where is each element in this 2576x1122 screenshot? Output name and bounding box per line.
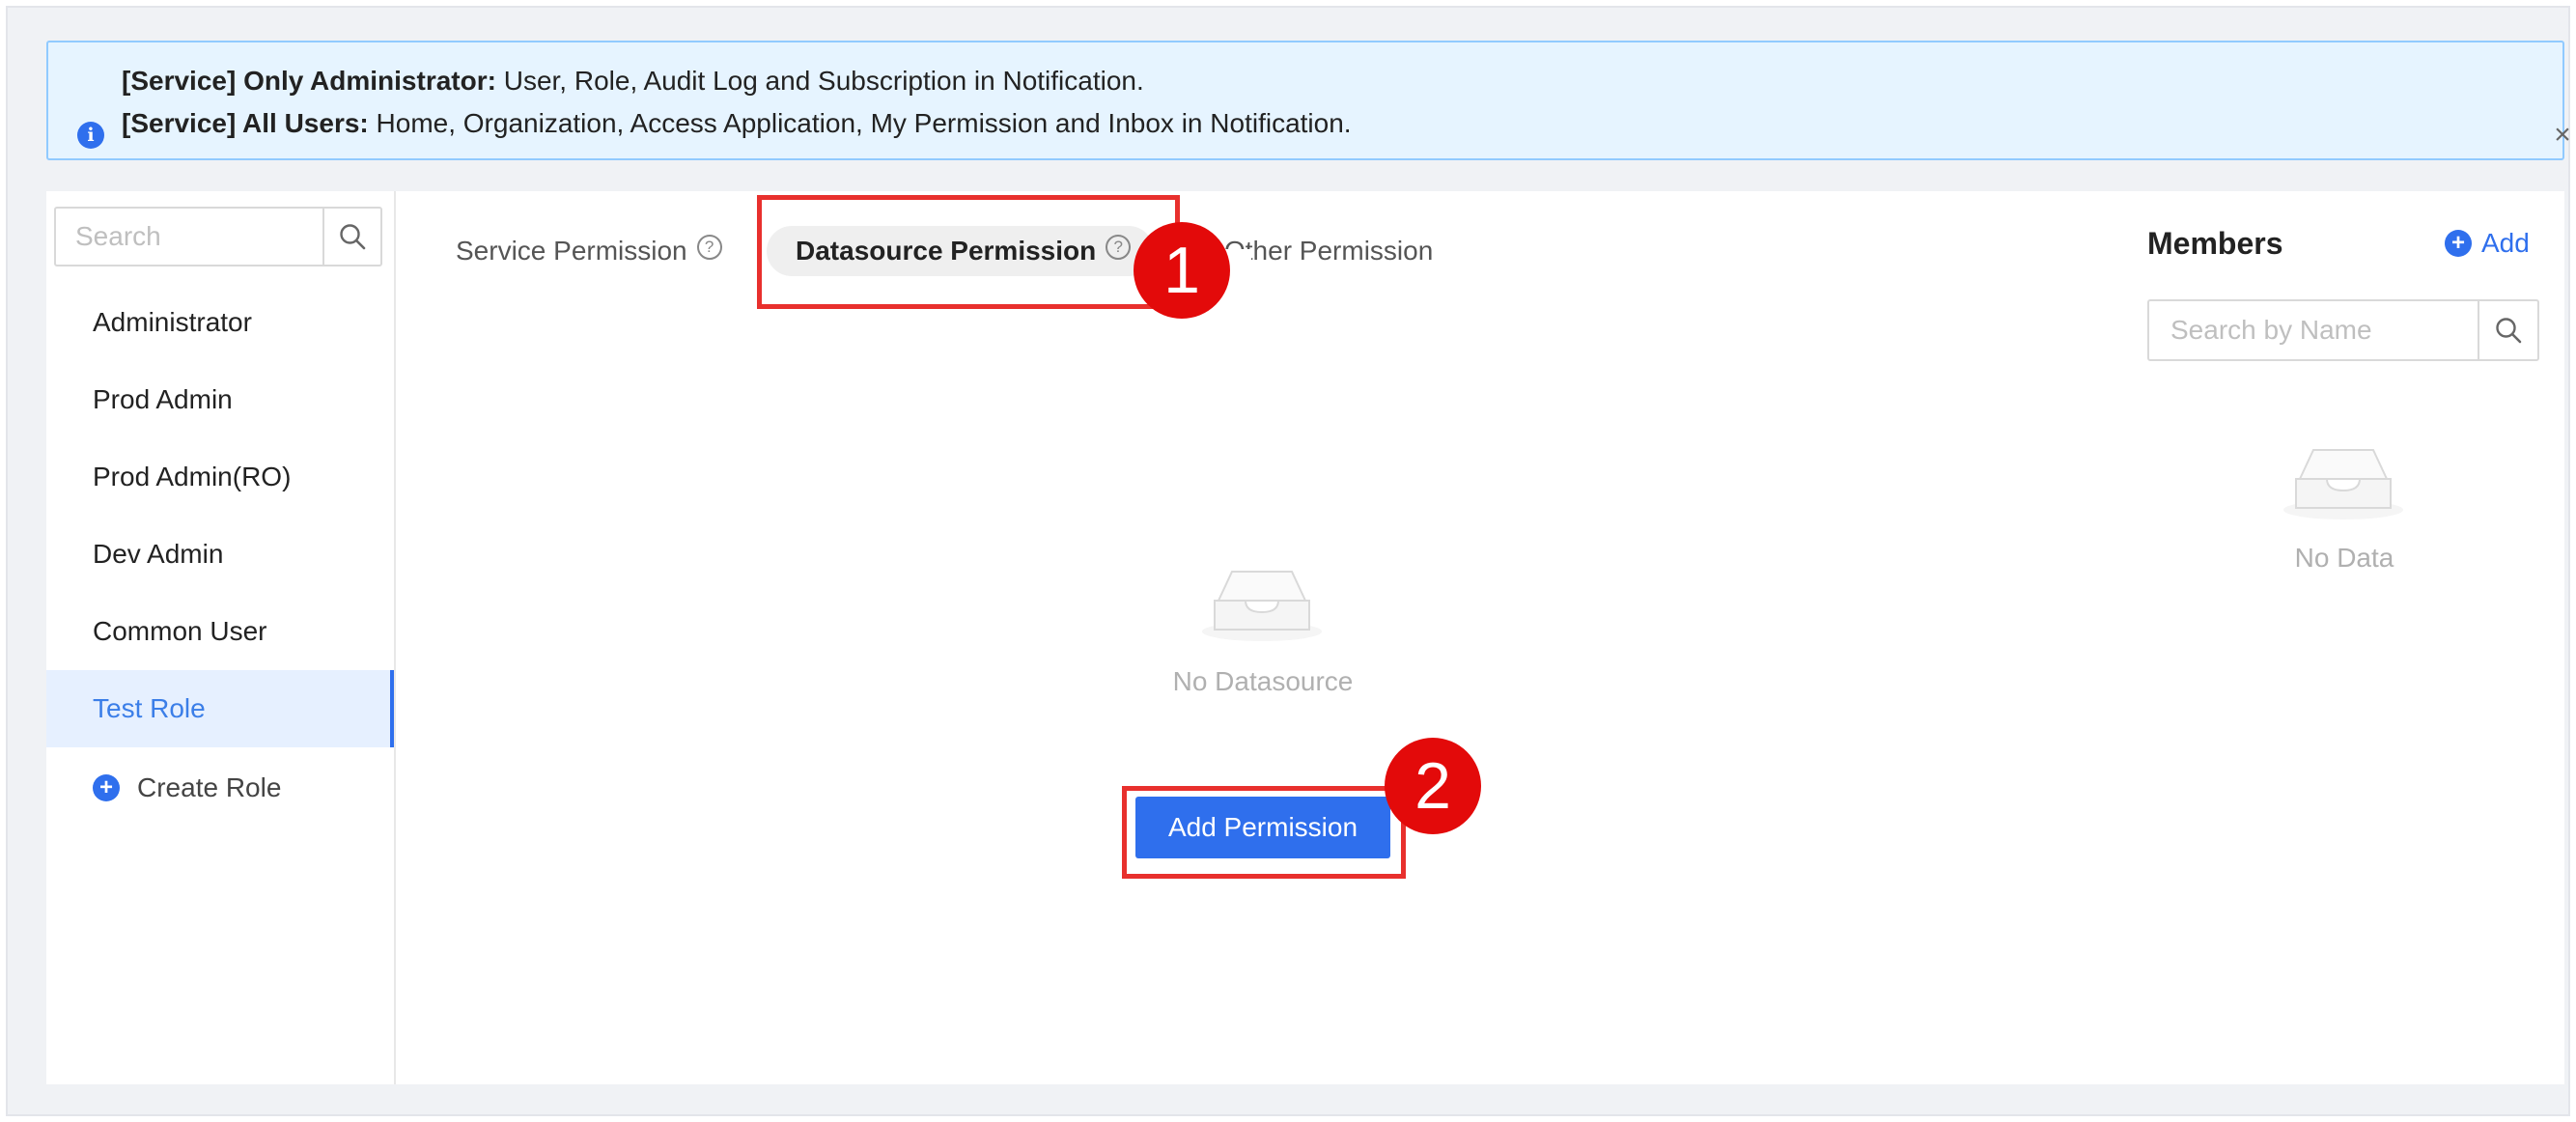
members-empty-text: No Data — [2294, 543, 2394, 573]
info-icon: i — [77, 122, 104, 149]
role-item-prod-admin-ro[interactable]: Prod Admin(RO) — [46, 438, 394, 516]
notice-line-admin: [Service] Only Administrator: User, Role… — [122, 66, 1144, 97]
role-sidebar: Administrator Prod Admin Prod Admin(RO) … — [46, 191, 396, 1084]
close-icon[interactable]: × — [2543, 116, 2576, 154]
role-item-administrator[interactable]: Administrator — [46, 284, 394, 361]
member-search-button[interactable] — [2478, 301, 2537, 359]
role-item-dev-admin[interactable]: Dev Admin — [46, 516, 394, 593]
members-title: Members — [2147, 226, 2283, 261]
role-search-button[interactable] — [322, 209, 380, 265]
search-icon — [2496, 318, 2522, 344]
role-item-test-role[interactable]: Test Role — [46, 670, 394, 747]
highlight-box-add-permission — [1122, 786, 1406, 879]
notice-line-all-users-text: Home, Organization, Access Application, … — [368, 108, 1352, 138]
create-role-button[interactable]: + Create Role — [93, 769, 281, 807]
role-item-prod-admin[interactable]: Prod Admin — [46, 361, 394, 438]
plus-circle-icon: + — [2445, 230, 2472, 257]
member-search-input[interactable] — [2149, 301, 2478, 359]
notice-line-all-users: [Service] All Users: Home, Organization,… — [122, 108, 1352, 139]
help-icon[interactable]: ? — [696, 235, 722, 260]
step-marker-1: 1 — [1134, 222, 1230, 319]
tab-other-permission-label: Other Permission — [1224, 236, 1434, 266]
empty-inbox-icon — [1202, 571, 1322, 641]
add-member-label: Add — [2481, 228, 2530, 258]
create-role-label: Create Role — [137, 772, 282, 802]
notice-line-admin-label: [Service] Only Administrator: — [122, 66, 496, 96]
notice-banner: i [Service] Only Administrator: User, Ro… — [46, 41, 2571, 160]
tab-service-permission[interactable]: Service Permission ? — [456, 226, 722, 276]
add-member-button[interactable]: + Add — [2445, 228, 2530, 259]
tab-service-permission-label: Service Permission — [456, 236, 687, 266]
notice-line-all-users-label: [Service] All Users: — [122, 108, 369, 138]
role-search — [54, 207, 382, 266]
empty-datasource-text: No Datasource — [1172, 666, 1354, 696]
empty-inbox-icon — [2283, 449, 2403, 519]
plus-circle-icon: + — [93, 774, 120, 801]
search-icon — [340, 224, 366, 250]
highlight-box-datasource-tab — [757, 195, 1180, 309]
notice-line-admin-text: User, Role, Audit Log and Subscription i… — [495, 66, 1144, 96]
role-item-common-user[interactable]: Common User — [46, 593, 394, 670]
app-frame: i [Service] Only Administrator: User, Ro… — [6, 6, 2571, 1116]
tab-other-permission[interactable]: Other Permission — [1224, 226, 1433, 276]
role-permission-card: Administrator Prod Admin Prod Admin(RO) … — [46, 191, 2564, 1084]
role-search-input[interactable] — [56, 209, 322, 265]
member-search — [2147, 299, 2539, 361]
step-marker-2: 2 — [1385, 738, 1481, 834]
